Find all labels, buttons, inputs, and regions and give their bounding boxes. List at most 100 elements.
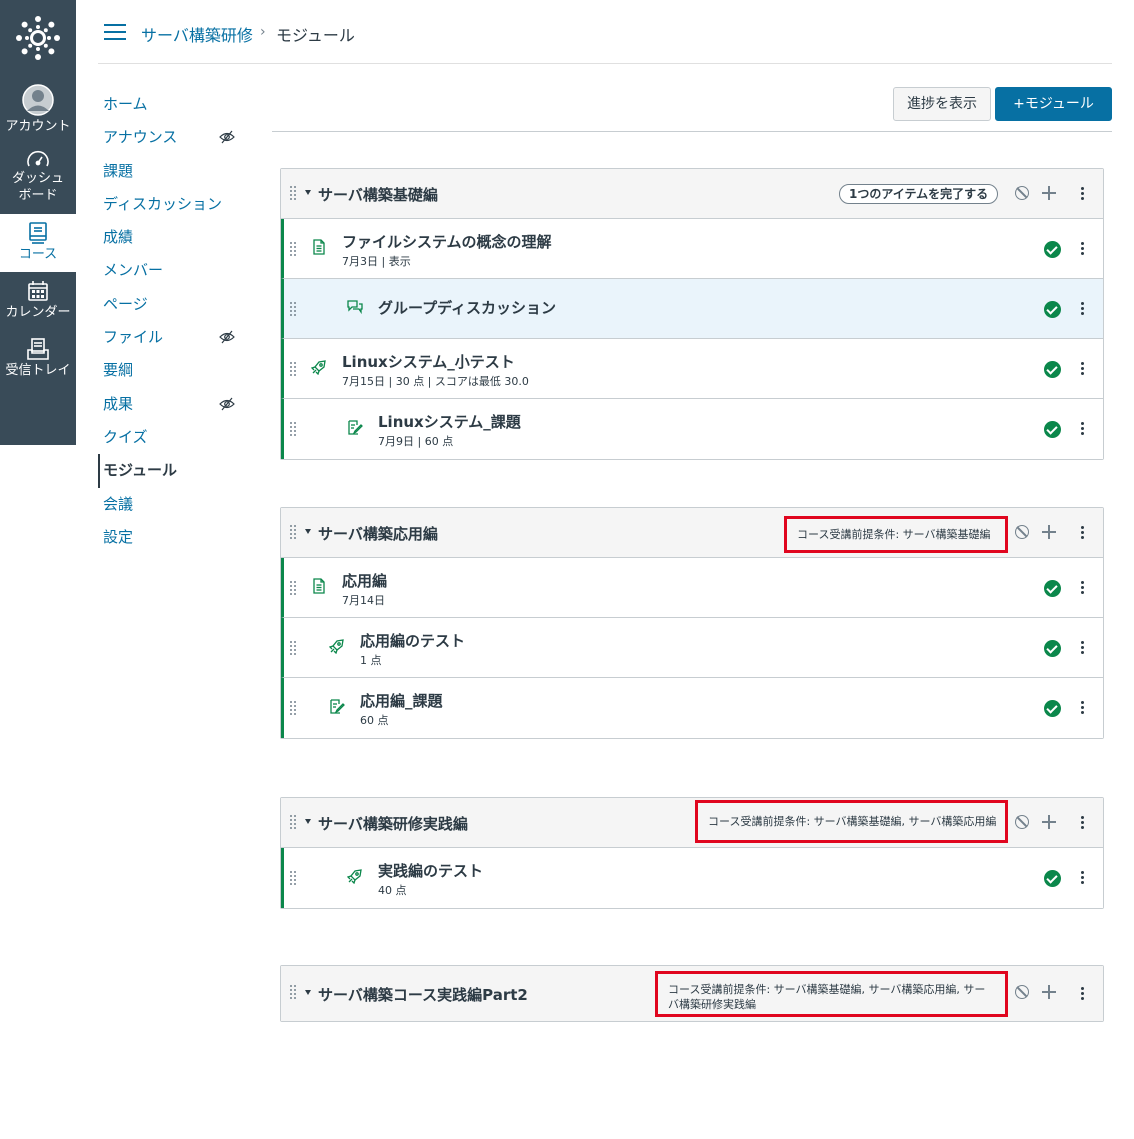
hidden-eye-icon bbox=[219, 330, 235, 344]
course-nav-label: ファイル bbox=[103, 328, 164, 347]
module-item[interactable]: 応用編_課題 60 点 bbox=[281, 678, 1103, 738]
prerequisite-label: コース受講前提条件: サーバ構築基礎編, サーバ構築応用編 bbox=[695, 800, 1008, 843]
drag-handle-icon[interactable] bbox=[290, 815, 298, 829]
module-item-title[interactable]: Linuxシステム_課題 bbox=[378, 411, 521, 432]
module-item-title[interactable]: ファイルシステムの概念の理解 bbox=[342, 231, 552, 252]
course-nav-modules[interactable]: モジュール bbox=[98, 454, 258, 488]
completed-check-icon bbox=[1044, 870, 1061, 887]
module-item-title[interactable]: グループディスカッション bbox=[378, 297, 556, 318]
global-nav-courses-label: コース bbox=[18, 247, 58, 262]
drag-handle-icon[interactable] bbox=[290, 985, 298, 999]
global-nav-account[interactable]: アカウント bbox=[0, 84, 76, 140]
module-title: サーバ構築研修実践編 bbox=[318, 815, 468, 833]
module-item-title[interactable]: 実践編のテスト bbox=[378, 860, 483, 881]
global-nav-calendar-label: カレンダー bbox=[5, 305, 71, 320]
page-document-icon bbox=[313, 578, 325, 594]
collapse-caret-icon[interactable] bbox=[305, 190, 311, 195]
module-item-title[interactable]: 応用編 bbox=[342, 570, 387, 591]
canvas-logo-icon[interactable] bbox=[16, 16, 60, 60]
course-nav-label: モジュール bbox=[103, 461, 177, 480]
module-header[interactable]: サーバ構築コース実践編Part2 コース受講前提条件: サーバ構築基礎編, サー… bbox=[281, 966, 1103, 1021]
item-options-kebab-icon[interactable] bbox=[1081, 302, 1085, 316]
course-nav-files[interactable]: ファイル bbox=[98, 321, 258, 354]
course-nav-conferences[interactable]: 会議 bbox=[98, 488, 258, 521]
module-item[interactable]: 応用編のテスト 1 点 bbox=[281, 618, 1103, 678]
course-nav-pages[interactable]: ページ bbox=[98, 288, 258, 321]
collapse-caret-icon[interactable] bbox=[305, 529, 311, 534]
module-item[interactable]: グループディスカッション bbox=[281, 279, 1103, 339]
item-options-kebab-icon[interactable] bbox=[1081, 422, 1085, 436]
module-item[interactable]: ファイルシステムの概念の理解 7月3日 | 表示 bbox=[281, 219, 1103, 279]
module-item[interactable]: Linuxシステム_小テスト 7月15日 | 30 点 | スコアは最低 30.… bbox=[281, 339, 1103, 399]
drag-handle-icon[interactable] bbox=[290, 871, 298, 885]
add-item-plus-icon[interactable] bbox=[1042, 815, 1056, 829]
module-item[interactable]: Linuxシステム_課題 7月9日 | 60 点 bbox=[281, 399, 1103, 459]
global-nav-courses[interactable]: コース bbox=[0, 214, 76, 272]
drag-handle-icon[interactable] bbox=[290, 525, 298, 539]
drag-handle-icon[interactable] bbox=[290, 701, 298, 715]
drag-handle-icon[interactable] bbox=[290, 186, 298, 200]
completion-requirement-badge: 1つのアイテムを完了する bbox=[839, 184, 999, 204]
item-options-kebab-icon[interactable] bbox=[1081, 871, 1085, 885]
item-options-kebab-icon[interactable] bbox=[1081, 242, 1085, 256]
module-item-title[interactable]: 応用編のテスト bbox=[360, 630, 465, 651]
global-nav-inbox[interactable]: 受信トレイ bbox=[0, 338, 76, 388]
item-options-kebab-icon[interactable] bbox=[1081, 362, 1085, 376]
drag-handle-icon[interactable] bbox=[290, 641, 298, 655]
add-item-plus-icon[interactable] bbox=[1042, 186, 1056, 200]
module-options-kebab-icon[interactable] bbox=[1081, 987, 1085, 1001]
add-module-button[interactable]: +モジュール bbox=[995, 87, 1112, 121]
module-options-kebab-icon[interactable] bbox=[1081, 816, 1085, 830]
module-item[interactable]: 実践編のテスト 40 点 bbox=[281, 848, 1103, 908]
course-nav-announcements[interactable]: アナウンス bbox=[98, 121, 258, 154]
module-item-title[interactable]: 応用編_課題 bbox=[360, 690, 443, 711]
drag-handle-icon[interactable] bbox=[290, 362, 298, 376]
assignment-icon bbox=[330, 699, 345, 714]
course-nav-settings[interactable]: 設定 bbox=[98, 521, 258, 554]
course-nav-grades[interactable]: 成績 bbox=[98, 221, 258, 254]
drag-handle-icon[interactable] bbox=[290, 422, 298, 436]
drag-handle-icon[interactable] bbox=[290, 302, 298, 316]
collapse-caret-icon[interactable] bbox=[305, 990, 311, 995]
breadcrumb-current: モジュール bbox=[276, 26, 355, 45]
module-title: サーバ構築応用編 bbox=[318, 525, 438, 543]
course-nav-people[interactable]: メンバー bbox=[98, 254, 258, 287]
module-header[interactable]: サーバ構築応用編 コース受講前提条件: サーバ構築基礎編 bbox=[281, 508, 1103, 558]
page-header: サーバ構築研修 › モジュール bbox=[98, 14, 1112, 64]
breadcrumb-course-link[interactable]: サーバ構築研修 bbox=[141, 22, 253, 46]
add-item-plus-icon[interactable] bbox=[1042, 525, 1056, 539]
module-header[interactable]: サーバ構築基礎編 1つのアイテムを完了する bbox=[281, 169, 1103, 219]
item-options-kebab-icon[interactable] bbox=[1081, 641, 1085, 655]
hidden-eye-icon bbox=[219, 397, 235, 411]
item-options-kebab-icon[interactable] bbox=[1081, 701, 1085, 715]
course-nav-outcomes[interactable]: 成果 bbox=[98, 388, 258, 421]
course-nav-discussions[interactable]: ディスカッション bbox=[98, 188, 258, 221]
account-icon bbox=[22, 84, 54, 116]
course-nav-label: 会議 bbox=[103, 494, 134, 513]
view-progress-button[interactable]: 進捗を表示 bbox=[893, 87, 991, 121]
course-nav-assignments[interactable]: 課題 bbox=[98, 155, 258, 188]
unpublish-ban-icon[interactable] bbox=[1015, 525, 1029, 539]
course-nav-syllabus[interactable]: 要綱 bbox=[98, 354, 258, 387]
unpublish-ban-icon[interactable] bbox=[1015, 186, 1029, 200]
module-item-title[interactable]: Linuxシステム_小テスト bbox=[342, 351, 515, 372]
module-item-meta: 7月14日 bbox=[342, 594, 385, 607]
item-options-kebab-icon[interactable] bbox=[1081, 581, 1085, 595]
unpublish-ban-icon[interactable] bbox=[1015, 985, 1029, 999]
module-header[interactable]: サーバ構築研修実践編 コース受講前提条件: サーバ構築基礎編, サーバ構築応用編 bbox=[281, 798, 1103, 848]
drag-handle-icon[interactable] bbox=[290, 242, 298, 256]
course-nav-label: 成績 bbox=[103, 228, 134, 247]
global-nav-calendar[interactable]: カレンダー bbox=[0, 280, 76, 330]
course-nav-home[interactable]: ホーム bbox=[98, 88, 258, 121]
module-options-kebab-icon[interactable] bbox=[1081, 526, 1085, 540]
course-nav-label: 設定 bbox=[103, 527, 134, 546]
module-item[interactable]: 応用編 7月14日 bbox=[281, 558, 1103, 618]
collapse-caret-icon[interactable] bbox=[305, 819, 311, 824]
add-item-plus-icon[interactable] bbox=[1042, 985, 1056, 999]
drag-handle-icon[interactable] bbox=[290, 581, 298, 595]
global-nav-dashboard[interactable]: ダッシュ ボード bbox=[0, 150, 76, 206]
course-nav-quizzes[interactable]: クイズ bbox=[98, 421, 258, 454]
module-options-kebab-icon[interactable] bbox=[1081, 187, 1085, 201]
hamburger-menu-icon[interactable] bbox=[104, 24, 126, 40]
unpublish-ban-icon[interactable] bbox=[1015, 815, 1029, 829]
